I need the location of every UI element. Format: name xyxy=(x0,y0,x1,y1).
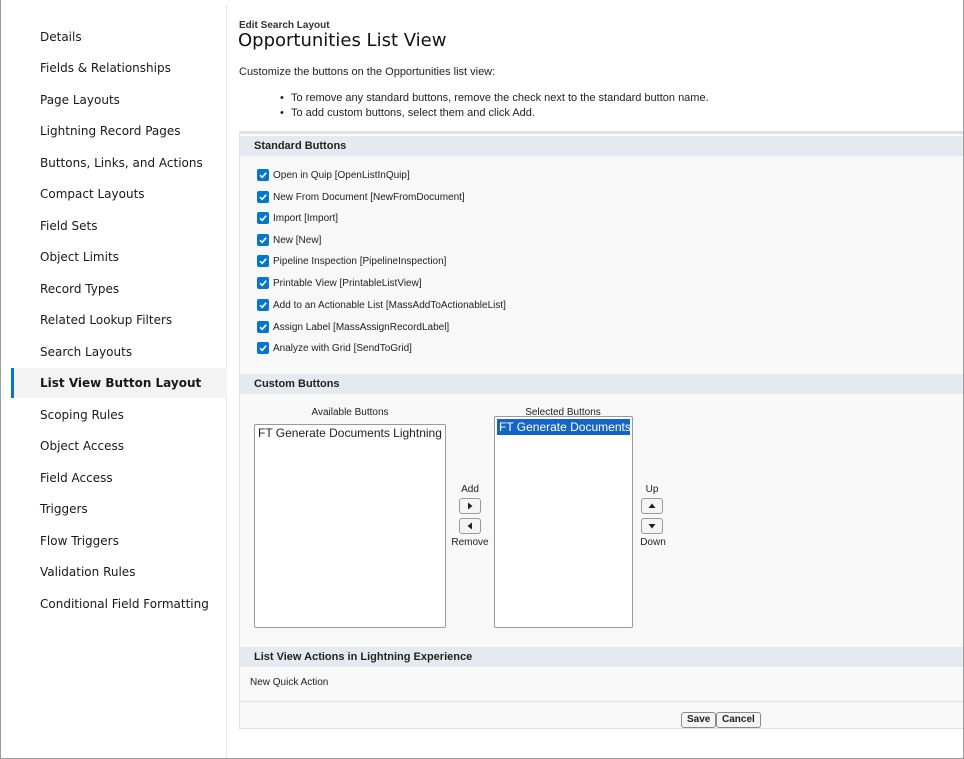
sidebar-item-label: Page Layouts xyxy=(40,93,120,107)
checkbox-checked[interactable] xyxy=(257,169,269,181)
sidebar-item-related-lookup-filters[interactable]: Related Lookup Filters xyxy=(11,305,227,335)
sidebar-item-triggers[interactable]: Triggers xyxy=(11,494,227,524)
instructions-list: To remove any standard buttons, remove t… xyxy=(280,91,709,121)
instruction-item: To remove any standard buttons, remove t… xyxy=(280,91,709,106)
sidebar-item-label: Triggers xyxy=(40,502,88,516)
sidebar-item-fields-relationships[interactable]: Fields & Relationships xyxy=(11,53,227,83)
triangle-down-icon xyxy=(648,524,656,529)
standard-buttons-header: Standard Buttons xyxy=(240,136,963,156)
sidebar-item-label: Fields & Relationships xyxy=(40,61,171,75)
triangle-up-icon xyxy=(648,503,656,508)
sidebar-item-label: Flow Triggers xyxy=(40,534,119,548)
standard-button-label: Add to an Actionable List [MassAddToActi… xyxy=(273,299,506,311)
sidebar-item-label: Buttons, Links, and Actions xyxy=(40,156,203,170)
sidebar-item-flow-triggers[interactable]: Flow Triggers xyxy=(11,526,227,556)
standard-button-row: Pipeline Inspection [PipelineInspection] xyxy=(257,252,446,270)
sidebar-item-lightning-record-pages[interactable]: Lightning Record Pages xyxy=(11,116,227,146)
sidebar-item-label: Field Sets xyxy=(40,219,98,233)
sidebar-item-conditional-field-formatting[interactable]: Conditional Field Formatting xyxy=(11,589,227,619)
move-up-button[interactable] xyxy=(641,498,663,514)
main-content: Edit Search Layout Opportunities List Vi… xyxy=(228,0,963,758)
add-button[interactable] xyxy=(459,498,481,514)
standard-button-row: Add to an Actionable List [MassAddToActi… xyxy=(257,296,506,314)
sidebar-item-object-limits[interactable]: Object Limits xyxy=(11,242,227,272)
available-buttons-listbox[interactable]: FT Generate Documents Lightning xyxy=(254,424,446,628)
checkbox-checked[interactable] xyxy=(257,299,269,311)
standard-button-row: New From Document [NewFromDocument] xyxy=(257,188,465,206)
triangle-left-icon xyxy=(467,522,472,530)
available-option[interactable]: FT Generate Documents Lightning xyxy=(255,425,445,441)
list-view-action-item: New Quick Action xyxy=(250,677,329,688)
custom-buttons-header: Custom Buttons xyxy=(240,374,963,394)
checkbox-checked[interactable] xyxy=(257,212,269,224)
up-label: Up xyxy=(645,484,659,495)
standard-button-label: New From Document [NewFromDocument] xyxy=(273,191,465,203)
checkbox-checked[interactable] xyxy=(257,321,269,333)
button-bar-divider xyxy=(240,701,963,702)
sidebar-item-field-sets[interactable]: Field Sets xyxy=(11,211,227,241)
standard-button-label: Open in Quip [OpenListInQuip] xyxy=(273,169,410,181)
standard-button-row: Assign Label [MassAssignRecordLabel] xyxy=(257,318,449,336)
checkbox-checked[interactable] xyxy=(257,234,269,246)
standard-button-row: Import [Import] xyxy=(257,209,338,227)
sidebar-item-label: Record Types xyxy=(40,282,120,296)
move-down-button[interactable] xyxy=(641,518,663,534)
available-buttons-label: Available Buttons xyxy=(311,407,389,418)
sidebar-item-object-access[interactable]: Object Access xyxy=(11,431,227,461)
sidebar-item-label: Field Access xyxy=(40,471,113,485)
standard-button-row: Analyze with Grid [SendToGrid] xyxy=(257,339,412,357)
page-title: Opportunities List View xyxy=(238,30,447,51)
sidebar-item-label: Object Access xyxy=(40,439,124,453)
save-button[interactable]: Save xyxy=(681,712,717,728)
sidebar-item-label: Conditional Field Formatting xyxy=(40,597,209,611)
sidebar-item-label: Validation Rules xyxy=(40,565,136,579)
sidebar-item-label: List View Button Layout xyxy=(40,376,202,390)
sidebar-item-label: Object Limits xyxy=(40,250,119,264)
checkbox-checked[interactable] xyxy=(257,277,269,289)
sidebar-item-buttons-links-actions[interactable]: Buttons, Links, and Actions xyxy=(11,148,227,178)
standard-button-row: Printable View [PrintableListView] xyxy=(257,274,422,292)
instruction-item: To add custom buttons, select them and c… xyxy=(280,106,709,121)
sidebar-item-details[interactable]: Details xyxy=(11,22,227,52)
standard-button-row: Open in Quip [OpenListInQuip] xyxy=(257,166,410,184)
sidebar-item-scoping-rules[interactable]: Scoping Rules xyxy=(11,400,227,430)
list-view-actions-header: List View Actions in Lightning Experienc… xyxy=(240,647,963,667)
cancel-button[interactable]: Cancel xyxy=(716,712,761,728)
selected-buttons-listbox[interactable]: FT Generate Documents xyxy=(494,416,633,628)
sidebar-item-label: Search Layouts xyxy=(40,345,133,359)
standard-button-label: Printable View [PrintableListView] xyxy=(273,277,422,289)
standard-button-label: Pipeline Inspection [PipelineInspection] xyxy=(273,255,447,267)
add-label: Add xyxy=(461,484,479,495)
sidebar-item-search-layouts[interactable]: Search Layouts xyxy=(11,337,227,367)
standard-button-label: New [New] xyxy=(273,234,322,246)
triangle-right-icon xyxy=(468,502,473,510)
sidebar-item-list-view-button-layout[interactable]: List View Button Layout xyxy=(11,368,227,398)
sidebar-item-compact-layouts[interactable]: Compact Layouts xyxy=(11,179,227,209)
down-label: Down xyxy=(640,537,666,548)
checkbox-checked[interactable] xyxy=(257,342,269,354)
standard-button-row: New [New] xyxy=(257,231,321,249)
sidebar-item-label: Compact Layouts xyxy=(40,187,145,201)
remove-button[interactable] xyxy=(459,518,481,534)
sidebar-item-field-access[interactable]: Field Access xyxy=(11,463,227,493)
remove-label: Remove xyxy=(451,537,489,548)
window-frame: Details Fields & Relationships Page Layo… xyxy=(0,0,964,759)
sidebar-item-label: Lightning Record Pages xyxy=(40,124,181,138)
sidebar-item-validation-rules[interactable]: Validation Rules xyxy=(11,557,227,587)
sidebar-item-label: Details xyxy=(40,30,82,44)
intro-text: Customize the buttons on the Opportuniti… xyxy=(239,66,496,78)
standard-button-label: Assign Label [MassAssignRecordLabel] xyxy=(273,321,450,333)
sidebar-item-label: Related Lookup Filters xyxy=(40,313,173,327)
sidebar-item-page-layouts[interactable]: Page Layouts xyxy=(11,85,227,115)
selected-option[interactable]: FT Generate Documents xyxy=(497,419,631,435)
layout-panel: Standard Buttons Open in Quip [OpenListI… xyxy=(239,131,963,729)
sidebar-item-record-types[interactable]: Record Types xyxy=(11,274,227,304)
standard-button-label: Analyze with Grid [SendToGrid] xyxy=(273,342,412,354)
sidebar-item-label: Scoping Rules xyxy=(40,408,124,422)
checkbox-checked[interactable] xyxy=(257,191,269,203)
standard-button-label: Import [Import] xyxy=(273,212,339,224)
setup-sidebar: Details Fields & Relationships Page Layo… xyxy=(11,6,227,758)
checkbox-checked[interactable] xyxy=(257,255,269,267)
